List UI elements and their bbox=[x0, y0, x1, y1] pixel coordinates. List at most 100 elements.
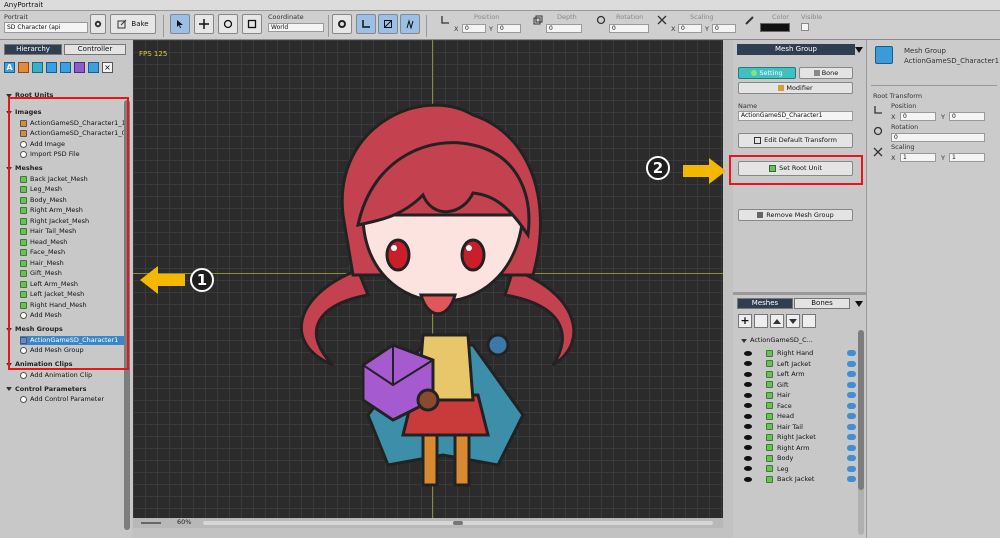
pos-y-field[interactable]: 0 bbox=[497, 24, 521, 33]
eye-icon[interactable] bbox=[744, 361, 752, 366]
eye-icon[interactable] bbox=[744, 434, 752, 440]
collapse-arrow-icon[interactable] bbox=[855, 47, 863, 53]
bone-view-button[interactable] bbox=[356, 14, 376, 34]
tab-controller[interactable]: Controller bbox=[64, 44, 126, 55]
layer-toggle-icon[interactable] bbox=[847, 371, 856, 377]
add-layer-icon[interactable]: + bbox=[738, 314, 752, 328]
eye-icon[interactable] bbox=[744, 466, 752, 471]
group-node[interactable]: ActionGameSD_C... bbox=[741, 336, 813, 345]
character-illustration[interactable] bbox=[273, 95, 603, 515]
viewport-h-scroll-thumb[interactable] bbox=[453, 521, 463, 525]
eye-icon[interactable] bbox=[744, 424, 752, 429]
select-tool-button[interactable] bbox=[170, 14, 190, 34]
layer-toggle-icon[interactable] bbox=[847, 423, 856, 430]
text-filter-icon[interactable]: A bbox=[4, 62, 15, 73]
layer-scrollbar[interactable] bbox=[858, 330, 864, 535]
inspector-pos-x[interactable]: 0 bbox=[900, 112, 936, 121]
mesh-filter-icon[interactable] bbox=[32, 62, 43, 73]
scale-tool-button[interactable] bbox=[242, 14, 262, 34]
layer-toggle-icon[interactable] bbox=[847, 444, 856, 451]
control-parameters-header[interactable]: Control Parameters bbox=[6, 385, 86, 394]
onion-toggle-button[interactable] bbox=[332, 14, 352, 34]
add-control-parameter-button[interactable]: Add Control Parameter bbox=[20, 395, 104, 404]
move-down-icon[interactable] bbox=[786, 314, 800, 328]
layer-row[interactable]: Right Arm bbox=[744, 443, 856, 453]
layer-visibility-icon[interactable] bbox=[754, 314, 768, 328]
depth-field[interactable]: 0 bbox=[546, 24, 582, 33]
modifier-button[interactable]: Modifier bbox=[738, 82, 853, 94]
close-filter-icon[interactable]: × bbox=[102, 62, 113, 73]
rotate-tool-button[interactable] bbox=[218, 14, 238, 34]
layer-row[interactable]: Body bbox=[744, 453, 856, 463]
eye-icon[interactable] bbox=[744, 476, 752, 482]
collapse-arrow-icon[interactable] bbox=[855, 301, 863, 307]
layer-row[interactable]: Right Jacket bbox=[744, 432, 856, 442]
move-tool-button[interactable] bbox=[194, 14, 214, 34]
move-up-icon[interactable] bbox=[770, 314, 784, 328]
layer-row[interactable]: Hair Tail bbox=[744, 422, 856, 432]
panel-divider[interactable] bbox=[733, 292, 866, 295]
tab-bones[interactable]: Bones bbox=[794, 298, 850, 309]
eye-icon[interactable] bbox=[744, 455, 752, 461]
eye-icon[interactable] bbox=[744, 413, 752, 419]
tab-hierarchy[interactable]: Hierarchy bbox=[4, 44, 62, 55]
animation-filter-icon[interactable] bbox=[60, 62, 71, 73]
inspector-pos-y[interactable]: 0 bbox=[949, 112, 985, 121]
name-field[interactable]: ActionGameSD_Character1 bbox=[738, 111, 853, 121]
eye-icon[interactable] bbox=[744, 371, 752, 377]
inspector-scale-x[interactable]: 1 bbox=[900, 153, 936, 162]
layer-row[interactable]: Back Jacket bbox=[744, 474, 856, 484]
add-animation-clip-button[interactable]: Add Animation Clip bbox=[20, 371, 92, 380]
zoom-slider[interactable] bbox=[141, 522, 161, 524]
meshgroup-filter-icon[interactable] bbox=[46, 62, 57, 73]
delete-layer-icon[interactable] bbox=[802, 314, 816, 328]
inspector-scale-y[interactable]: 1 bbox=[949, 153, 985, 162]
eye-icon[interactable] bbox=[744, 392, 752, 398]
color-swatch[interactable] bbox=[760, 23, 790, 32]
eye-icon[interactable] bbox=[744, 382, 752, 387]
image-filter-icon[interactable] bbox=[18, 62, 29, 73]
mesh-view-button[interactable] bbox=[378, 14, 398, 34]
physics-view-button[interactable] bbox=[400, 14, 420, 34]
layer-toggle-icon[interactable] bbox=[847, 381, 856, 388]
layer-toggle-icon[interactable] bbox=[847, 350, 856, 356]
viewport-h-scrollbar[interactable] bbox=[203, 521, 713, 525]
layer-row[interactable]: Hair bbox=[744, 390, 856, 400]
layer-row[interactable]: Face bbox=[744, 401, 856, 411]
layer-toggle-icon[interactable] bbox=[847, 402, 856, 409]
param-filter-icon[interactable] bbox=[74, 62, 85, 73]
layer-scroll-thumb[interactable] bbox=[858, 330, 864, 490]
layer-row[interactable]: Left Jacket bbox=[744, 359, 856, 369]
layer-row[interactable]: Head bbox=[744, 411, 856, 421]
layer-toggle-icon[interactable] bbox=[847, 392, 856, 398]
bone-tab-button[interactable]: Bone bbox=[799, 67, 853, 79]
layer-row[interactable]: Left Arm bbox=[744, 369, 856, 379]
layer-row[interactable]: Gift bbox=[744, 380, 856, 390]
setting-tab-button[interactable]: Setting bbox=[738, 67, 796, 79]
portrait-select[interactable]: SD Character (api bbox=[4, 22, 88, 33]
pos-x-field[interactable]: 0 bbox=[462, 24, 486, 33]
coordinate-select[interactable]: World bbox=[268, 23, 324, 32]
layer-toggle-icon[interactable] bbox=[847, 360, 856, 367]
eye-icon[interactable] bbox=[744, 350, 752, 356]
edit-default-transform-button[interactable]: Edit Default Transform bbox=[738, 133, 853, 148]
visible-checkbox[interactable] bbox=[801, 23, 809, 31]
editor-viewport[interactable]: FPS 125 60% bbox=[133, 40, 723, 528]
gear-icon[interactable] bbox=[90, 14, 106, 34]
layer-toggle-icon[interactable] bbox=[847, 434, 856, 440]
bake-button[interactable]: Bake bbox=[110, 14, 156, 34]
inspector-rotation[interactable]: 0 bbox=[891, 133, 985, 142]
layer-toggle-icon[interactable] bbox=[847, 465, 856, 472]
tab-meshes[interactable]: Meshes bbox=[737, 298, 793, 309]
scale-y-field[interactable]: 0 bbox=[712, 24, 736, 33]
layer-row[interactable]: Leg bbox=[744, 464, 856, 474]
rotation-field[interactable]: 0 bbox=[609, 24, 649, 33]
layer-toggle-icon[interactable] bbox=[847, 476, 856, 482]
remove-mesh-group-button[interactable]: Remove Mesh Group bbox=[738, 209, 853, 221]
layer-row[interactable]: Right Hand bbox=[744, 348, 856, 358]
layer-toggle-icon[interactable] bbox=[847, 413, 856, 419]
controller-filter-icon[interactable] bbox=[88, 62, 99, 73]
layer-toggle-icon[interactable] bbox=[847, 455, 856, 461]
eye-icon[interactable] bbox=[744, 445, 752, 450]
scale-x-field[interactable]: 0 bbox=[678, 24, 702, 33]
